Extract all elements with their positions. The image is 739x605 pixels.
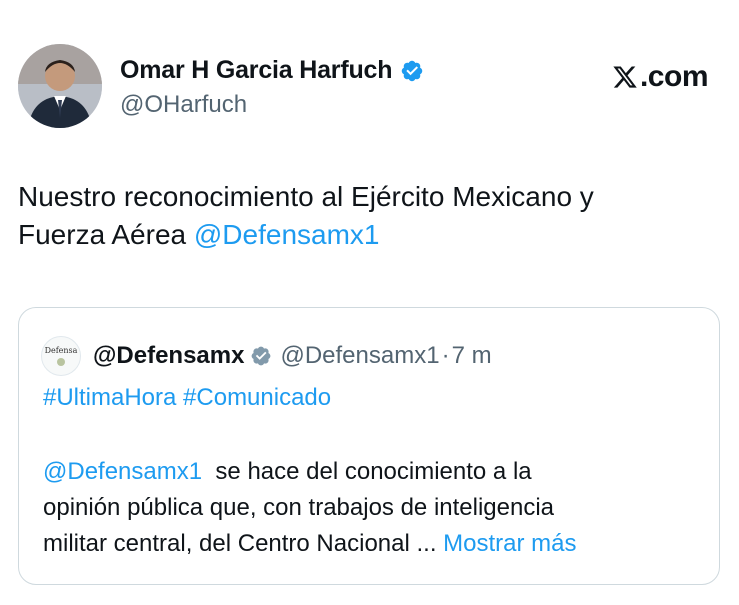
verified-gray-badge-icon xyxy=(252,346,271,366)
author-avatar[interactable] xyxy=(18,44,102,128)
quoted-handle[interactable]: @Defensamx1 xyxy=(280,342,439,370)
quoted-display-name[interactable]: @Defensamx xyxy=(93,342,244,370)
quoted-body-line-3-text: militar central, del Centro Nacional ... xyxy=(43,530,444,557)
display-name-row: Omar H Garcia Harfuch xyxy=(120,56,424,85)
quoted-body-line-3: militar central, del Centro Nacional ...… xyxy=(43,526,703,562)
show-more-link[interactable]: Mostrar más xyxy=(443,530,576,557)
x-logo-icon xyxy=(613,66,637,88)
quoted-avatar-text: Defensa xyxy=(44,345,78,355)
quoted-tweet-header: Defensa @Defensamx @Defensamx1 · 7 m xyxy=(41,336,492,376)
author-display-name[interactable]: Omar H Garcia Harfuch xyxy=(120,56,392,85)
author-names: Omar H Garcia Harfuch @OHarfuch xyxy=(120,56,424,119)
quoted-timestamp[interactable]: 7 m xyxy=(452,342,492,370)
author-photo xyxy=(18,44,102,128)
quoted-body-line-1-rest: se hace del conocimiento a la xyxy=(202,458,532,485)
quoted-avatar[interactable]: Defensa xyxy=(41,336,81,376)
tweet-header: Omar H Garcia Harfuch @OHarfuch .com xyxy=(18,44,718,134)
tweet-text-prefix: Fuerza Aérea xyxy=(18,219,194,250)
verified-badge-icon xyxy=(402,60,423,81)
quoted-body-text: @Defensamx1 se hace del conocimiento a l… xyxy=(43,454,703,562)
x-brand-logo: .com xyxy=(612,60,709,94)
quoted-avatar-emblem-icon xyxy=(57,357,65,366)
x-logo-text: .com xyxy=(639,60,709,93)
tweet-text-line-1: Nuestro reconocimiento al Ejército Mexic… xyxy=(18,181,594,212)
tweet-text: Nuestro reconocimiento al Ejército Mexic… xyxy=(18,178,718,254)
quoted-body-line-2: opinión pública que, con trabajos de int… xyxy=(43,494,555,521)
quoted-tweet-card[interactable]: Defensa @Defensamx @Defensamx1 · 7 m #Ul… xyxy=(18,307,720,585)
tweet-text-line-2: Fuerza Aérea @Defensamx1 xyxy=(18,216,718,254)
quoted-body-mention-link[interactable]: @Defensamx1 xyxy=(43,458,202,485)
quoted-separator: · xyxy=(441,342,450,369)
quoted-body-line-1: @Defensamx1 se hace del conocimiento a l… xyxy=(43,454,703,490)
author-handle[interactable]: @OHarfuch xyxy=(120,91,424,119)
quoted-hashtags[interactable]: #UltimaHora #Comunicado xyxy=(43,384,331,412)
tweet-mention-link[interactable]: @Defensamx1 xyxy=(194,219,380,250)
